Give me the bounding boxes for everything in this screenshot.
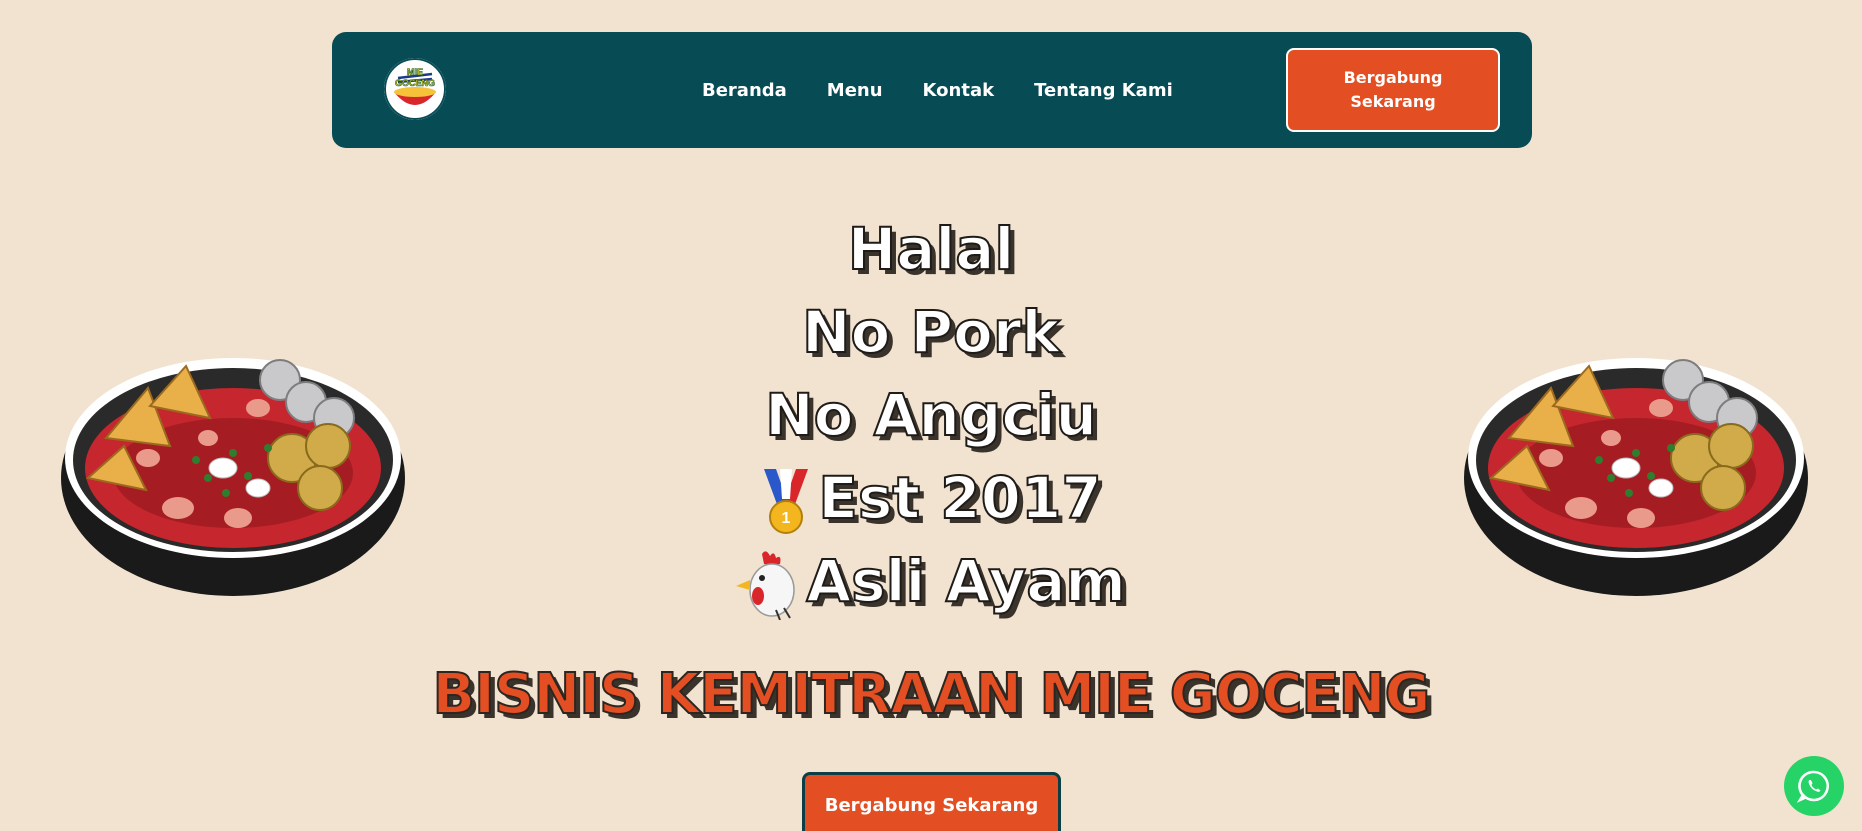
hero-features: Halal No Pork No Angciu 1 Est 2017 Asli … [0,210,1862,625]
join-now-hero-button[interactable]: Bergabung Sekarang [802,772,1061,831]
brand-logo[interactable]: MIE GOCENG [384,58,446,120]
nav-link-tentang-kami[interactable]: Tentang Kami [1034,80,1173,101]
medal-icon: 1 [760,468,812,535]
whatsapp-icon [1797,770,1830,803]
main-nav: Beranda Menu Kontak Tentang Kami [702,32,1173,148]
feature-asli-ayam: Asli Ayam [0,542,1862,625]
nav-link-beranda[interactable]: Beranda [702,80,787,101]
feature-halal: Halal [0,210,1862,293]
feature-text: Halal [847,214,1016,284]
nav-link-menu[interactable]: Menu [827,80,883,101]
join-now-nav-button[interactable]: Bergabung Sekarang [1286,48,1500,132]
logo-icon: MIE GOCENG [384,58,446,120]
feature-no-angciu: No Angciu [0,376,1862,459]
navbar: MIE GOCENG Beranda Menu Kontak Tentang K… [332,32,1532,148]
feature-text: No Angciu [764,380,1098,450]
feature-text: Asli Ayam [805,546,1127,616]
svg-text:GOCENG: GOCENG [395,78,435,88]
feature-est-2017: 1 Est 2017 [0,459,1862,542]
feature-no-pork: No Pork [0,293,1862,376]
feature-text: Est 2017 [817,463,1102,533]
whatsapp-button[interactable] [1784,756,1844,816]
feature-text: No Pork [801,297,1061,367]
svg-text:1: 1 [782,510,791,527]
svg-text:MIE: MIE [407,67,423,77]
rooster-icon [736,550,800,620]
nav-link-kontak[interactable]: Kontak [923,80,995,101]
hero-title: BISNIS KEMITRAAN MIE GOCENG [431,661,1431,728]
